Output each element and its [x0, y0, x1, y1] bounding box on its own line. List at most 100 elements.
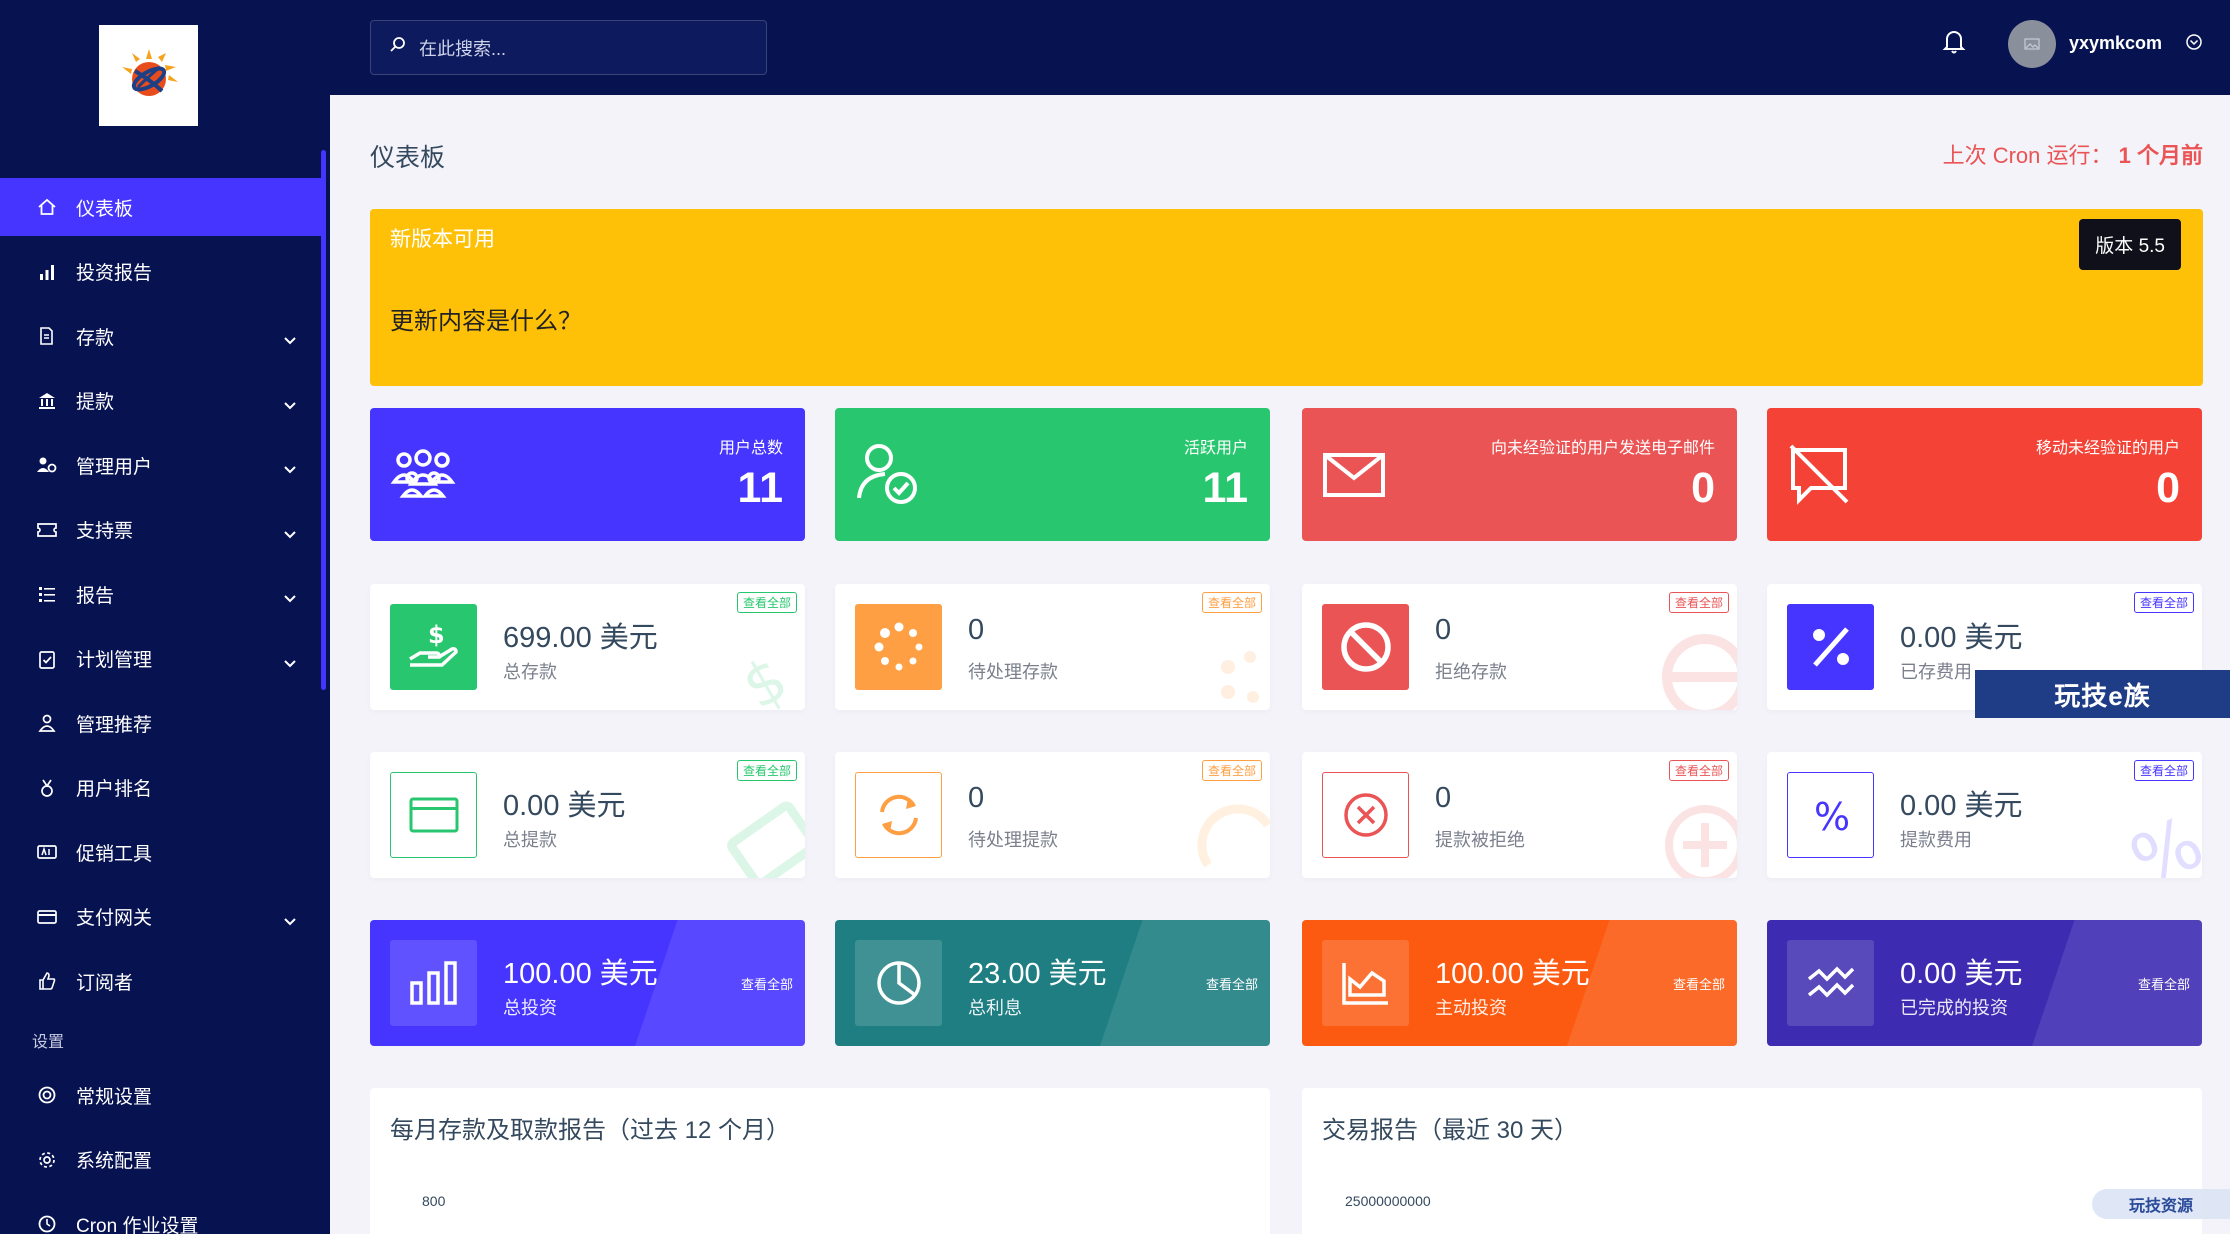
y-axis-tick: 800: [422, 1193, 446, 1209]
sync-icon: [855, 772, 942, 858]
sidebar-item-label: Cron 作业设置: [76, 1215, 199, 1234]
widget-value: 0: [1691, 464, 1715, 512]
banner-whats-new-link[interactable]: 更新内容是什么？: [390, 301, 582, 336]
avatar[interactable]: [2008, 20, 2056, 68]
sidebar-item-dashboard[interactable]: 仪表板: [0, 178, 322, 236]
card-value: 100.00 美元: [1435, 958, 1590, 990]
chevron-down-icon: [284, 329, 296, 351]
card-withdraw-charge: % 0.00 美元 提款费用 查看全部 %: [1767, 752, 2202, 878]
card-active-invest: 100.00 美元 主动投资 查看全部: [1302, 920, 1737, 1046]
sidebar-item-label: 支持票: [76, 521, 134, 542]
card-value: 0.00 美元: [1900, 622, 2023, 654]
y-axis-tick: 25000000000: [1345, 1193, 1431, 1209]
credit-card-icon: [390, 772, 477, 858]
sidebar-item-plan-management[interactable]: 计划管理: [0, 630, 322, 688]
svg-text:$: $: [428, 621, 445, 649]
sidebar-item-label: 管理推荐: [76, 714, 153, 736]
gear-icon: [36, 1149, 58, 1171]
widget-total-users[interactable]: 用户总数 11: [370, 408, 805, 541]
list-icon: [36, 583, 58, 605]
spinner-watermark-icon: [1198, 637, 1270, 710]
svg-text:$: $: [733, 644, 799, 710]
card-label: 待处理存款: [968, 662, 1058, 682]
sidebar-item-cron-settings[interactable]: Cron 作业设置: [0, 1195, 322, 1234]
view-all-button[interactable]: 查看全部: [741, 974, 793, 993]
topbar: 在此搜索... yxymkcom: [330, 0, 2230, 95]
view-all-button[interactable]: 查看全部: [1201, 592, 1262, 613]
image-icon: [2024, 38, 2040, 50]
sidebar-item-payment-gateways[interactable]: 支付网关: [0, 888, 322, 946]
card-pending-withdraw: 0 待处理提款 查看全部: [835, 752, 1270, 878]
card-value: 0: [968, 614, 985, 646]
widget-label: 向未经验证的用户发送电子邮件: [1490, 440, 1715, 457]
widget-mobile-unverified[interactable]: 移动未经验证的用户 0: [1767, 408, 2202, 541]
sidebar-item-user-ranking[interactable]: 用户排名: [0, 759, 322, 817]
widget-email-unverified[interactable]: 向未经验证的用户发送电子邮件 0: [1302, 408, 1737, 541]
sidebar-item-support-tickets[interactable]: 支持票: [0, 501, 322, 559]
widget-active-users[interactable]: 活跃用户 11: [835, 408, 1270, 541]
sidebar-item-investment-report[interactable]: 投资报告: [0, 243, 322, 301]
view-all-button[interactable]: 查看全部: [2133, 592, 2194, 613]
widget-label: 活跃用户: [1183, 440, 1248, 457]
view-all-button[interactable]: 查看全部: [1668, 592, 1729, 613]
sidebar-item-reports[interactable]: 报告: [0, 565, 322, 623]
sidebar-item-manage-users[interactable]: 管理用户: [0, 436, 322, 494]
logo[interactable]: [99, 25, 198, 126]
view-all-button[interactable]: 查看全部: [2133, 760, 2194, 781]
percent-watermark-icon: %: [2118, 795, 2202, 878]
card-label: 已完成的投资: [1900, 998, 2008, 1018]
sidebar-item-subscribers[interactable]: 订阅者: [0, 952, 322, 1010]
percent-icon: [1787, 604, 1874, 690]
card-label: 待处理提款: [968, 830, 1058, 850]
chart-pie-icon: [855, 940, 942, 1026]
card-label: 拒绝存款: [1435, 662, 1507, 682]
sync-watermark-icon: [1188, 795, 1270, 878]
clipboard-check-icon: [36, 648, 58, 670]
svg-text:%: %: [2120, 799, 2202, 878]
sidebar-item-deposits[interactable]: 存款: [0, 307, 322, 365]
view-all-button[interactable]: 查看全部: [2138, 974, 2190, 993]
search-input[interactable]: 在此搜索...: [370, 20, 767, 75]
card-total-interest: 23.00 美元 总利息 查看全部: [835, 920, 1270, 1046]
view-all-button[interactable]: 查看全部: [1201, 760, 1262, 781]
username[interactable]: yxymkcom: [2069, 33, 2162, 54]
chevron-down-icon: [284, 458, 296, 480]
card-value: 699.00 美元: [503, 622, 658, 654]
life-ring-icon: [36, 1084, 58, 1106]
view-all-button[interactable]: 查看全部: [1206, 974, 1258, 993]
medal-icon: [36, 777, 58, 799]
bell-icon[interactable]: [1942, 27, 1966, 60]
view-all-button[interactable]: 查看全部: [736, 592, 797, 613]
chevron-down-icon: [284, 652, 296, 674]
deposit-withdraw-report-panel: 每月存款及取款报告（过去 12 个月） 800: [370, 1088, 1270, 1234]
card-value: 0.00 美元: [1900, 958, 2023, 990]
chevron-down-icon: [284, 587, 296, 609]
sidebar-item-manage-referrals[interactable]: 管理推荐: [0, 694, 322, 752]
view-all-button[interactable]: 查看全部: [1668, 760, 1729, 781]
card-value: 0.00 美元: [1900, 790, 2023, 822]
card-value: 0.00 美元: [503, 790, 626, 822]
card-label: 提款费用: [1900, 830, 1972, 850]
sidebar-item-promotion-tools[interactable]: 促销工具: [0, 823, 322, 881]
sidebar-item-label: 系统配置: [76, 1151, 153, 1172]
sidebar-item-system-config[interactable]: 系统配置: [0, 1131, 322, 1189]
card-label: 已存费用: [1900, 662, 1972, 682]
card-rejected-deposit: 0 拒绝存款 查看全部: [1302, 584, 1737, 710]
view-all-button[interactable]: 查看全部: [1673, 974, 1725, 993]
hand-holding-dollar-icon: $: [390, 604, 477, 690]
sidebar-item-withdrawals[interactable]: 提款: [0, 372, 322, 430]
sidebar-section-settings: 设置: [32, 1034, 65, 1051]
page-title: 仪表板: [370, 144, 446, 172]
chevron-down-icon: [284, 523, 296, 545]
chevron-down-circle-icon[interactable]: [2185, 33, 2203, 56]
card-label: 总提款: [503, 830, 557, 850]
users-cog-icon: [36, 454, 58, 476]
clock-icon: [36, 1213, 58, 1234]
view-all-button[interactable]: 查看全部: [736, 760, 797, 781]
sidebar-item-label: 管理用户: [76, 456, 153, 478]
svg-text:%: %: [1814, 795, 1850, 839]
banner-title: 新版本可用: [390, 228, 495, 251]
envelope-icon: [1322, 452, 1386, 503]
widget-label: 用户总数: [718, 440, 783, 457]
sidebar-item-general-settings[interactable]: 常规设置: [0, 1066, 322, 1124]
